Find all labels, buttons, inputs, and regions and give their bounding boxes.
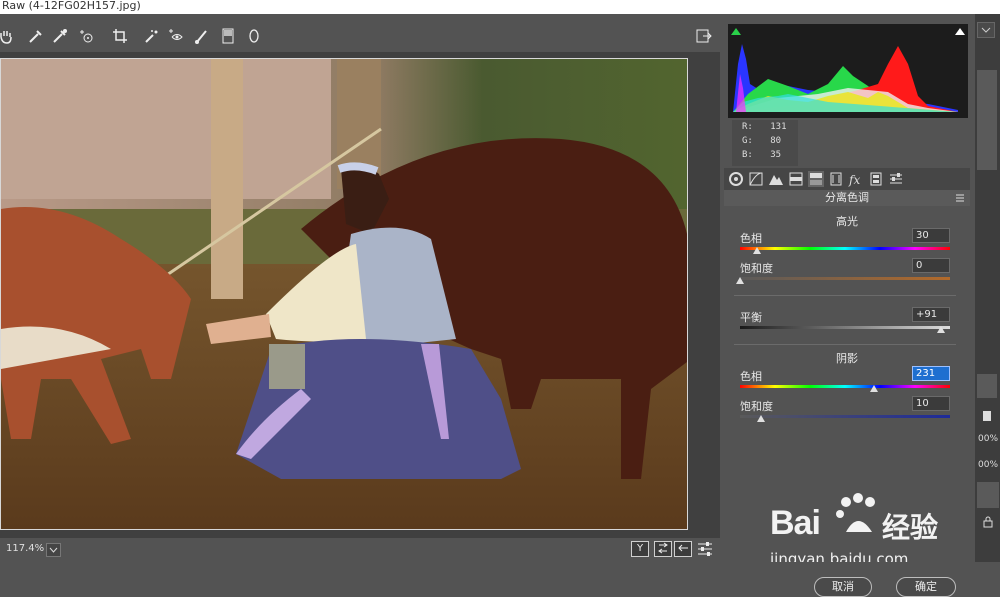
split-toning-tab-icon[interactable] xyxy=(808,171,824,187)
strip-dropdown[interactable] xyxy=(977,22,995,38)
copy-settings-icon[interactable] xyxy=(674,541,692,557)
histogram-graph xyxy=(733,44,958,112)
shadow-clipping-icon[interactable] xyxy=(730,26,742,36)
spot-removal-icon[interactable] xyxy=(142,26,162,46)
eyedropper-icon[interactable] xyxy=(26,26,46,46)
window-title: Raw (4-12FG02H157.jpg) xyxy=(2,0,141,12)
rgb-readout: R: 131 G: 80 B: 35 xyxy=(732,120,798,166)
paw-logo-icon xyxy=(836,493,875,532)
slider-thumb[interactable] xyxy=(757,415,765,422)
shadows-hue-slider[interactable] xyxy=(740,385,950,392)
swap-before-after-icon[interactable] xyxy=(654,541,672,557)
highlight-clipping-icon[interactable] xyxy=(954,26,966,36)
strip-panel xyxy=(977,374,997,398)
watermark-brand-cn: 经验 xyxy=(882,511,939,544)
camera-calibration-tab-icon[interactable] xyxy=(868,171,884,187)
r-label: R: xyxy=(742,122,753,132)
strip-percent: 00% xyxy=(978,434,999,444)
tone-curve-tab-icon[interactable] xyxy=(748,171,764,187)
zoom-level: 117.4% xyxy=(6,543,45,554)
shadows-saturation-input[interactable]: 10 xyxy=(912,396,950,411)
highlights-saturation-label: 饱和度 xyxy=(740,262,773,275)
highlights-saturation-slider[interactable] xyxy=(736,277,950,284)
balance-input[interactable]: +91 xyxy=(912,307,950,322)
strip-panel xyxy=(977,482,999,508)
balance-slider[interactable] xyxy=(740,326,950,333)
shadows-saturation-slider[interactable] xyxy=(740,415,950,422)
window-title-bar: Raw (4-12FG02H157.jpg) xyxy=(0,0,1000,14)
highlights-hue-input[interactable]: 30 xyxy=(912,228,950,243)
hsl-tab-icon[interactable] xyxy=(788,171,804,187)
watermark: Bai 经验 jingyan.baidu.com xyxy=(770,490,980,570)
crop-icon[interactable] xyxy=(110,26,130,46)
svg-text:fx: fx xyxy=(848,173,860,187)
hand-icon[interactable] xyxy=(0,26,16,46)
b-label: B: xyxy=(742,150,753,160)
slider-thumb[interactable] xyxy=(936,326,945,333)
panel-tabs: fx xyxy=(724,168,970,190)
chevron-down-icon xyxy=(49,547,58,553)
panel-title: 分离色调 xyxy=(724,190,970,206)
slider-thumb[interactable] xyxy=(752,247,761,254)
strip-panel xyxy=(977,70,997,170)
histogram xyxy=(728,24,968,118)
radial-filter-icon[interactable] xyxy=(244,26,264,46)
shadows-hue-label: 色相 xyxy=(740,370,762,383)
before-after-y-button[interactable]: Y xyxy=(631,541,649,557)
shadows-heading: 阴影 xyxy=(836,352,858,365)
slider-thumb[interactable] xyxy=(870,385,879,392)
divider xyxy=(734,344,956,345)
divider xyxy=(734,295,956,296)
lens-tab-icon[interactable] xyxy=(828,171,844,187)
adjustment-brush-icon[interactable] xyxy=(192,26,212,46)
status-bar xyxy=(0,538,720,562)
graduated-filter-icon[interactable] xyxy=(218,26,238,46)
watermark-brand: Bai xyxy=(770,504,821,542)
target-adjust-icon[interactable] xyxy=(76,26,96,46)
r-value: 131 xyxy=(770,122,787,132)
lock-icon[interactable] xyxy=(982,516,994,528)
highlights-hue-slider[interactable] xyxy=(740,247,950,254)
strip-percent: 00% xyxy=(978,460,999,470)
open-preferences-icon[interactable] xyxy=(694,26,714,46)
effects-fx-tab-icon[interactable]: fx xyxy=(848,171,864,187)
b-value: 35 xyxy=(770,150,782,160)
highlights-heading: 高光 xyxy=(836,215,858,228)
chevron-down-icon xyxy=(981,27,991,33)
presets-tab-icon[interactable] xyxy=(888,171,904,187)
zoom-dropdown[interactable] xyxy=(46,543,61,557)
g-label: G: xyxy=(742,136,753,146)
ok-button[interactable]: 确定 xyxy=(896,577,956,597)
highlights-saturation-input[interactable]: 0 xyxy=(912,258,950,273)
shadows-saturation-label: 饱和度 xyxy=(740,400,773,413)
photo-preview[interactable] xyxy=(0,58,688,530)
slider-thumb[interactable] xyxy=(736,277,744,284)
shadows-hue-input[interactable]: 231 xyxy=(912,366,950,381)
view-settings-icon[interactable] xyxy=(696,541,714,557)
basic-tab-icon[interactable] xyxy=(728,171,744,187)
g-value: 80 xyxy=(770,136,782,146)
balance-label: 平衡 xyxy=(740,311,762,324)
red-eye-icon[interactable] xyxy=(166,26,186,46)
farm-scene-image xyxy=(1,59,687,529)
color-sampler-icon[interactable] xyxy=(50,26,70,46)
cancel-button[interactable]: 取消 xyxy=(814,577,872,597)
panel-menu-icon[interactable] xyxy=(955,193,965,203)
toolbar xyxy=(0,22,720,52)
highlights-hue-label: 色相 xyxy=(740,232,762,245)
page-icon[interactable] xyxy=(981,410,993,422)
detail-tab-icon[interactable] xyxy=(768,171,784,187)
